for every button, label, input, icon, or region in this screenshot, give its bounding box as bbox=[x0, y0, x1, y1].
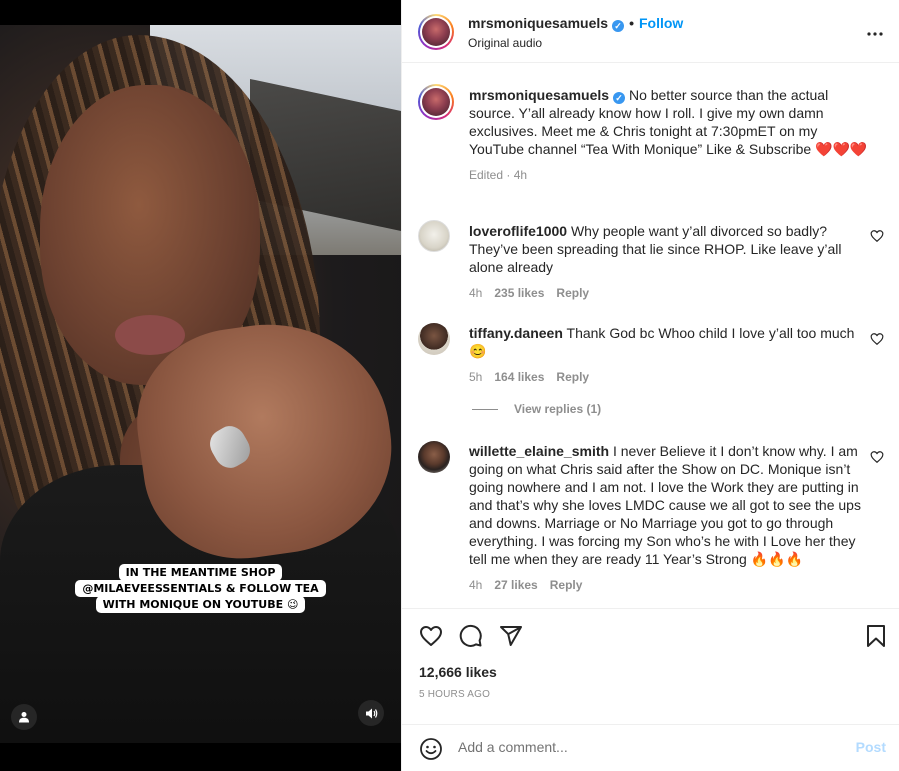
comment-item: loveroflife1000 Why people want y’all di… bbox=[418, 220, 884, 300]
comment-likes[interactable]: 235 likes bbox=[494, 286, 544, 300]
comment-time: 4h bbox=[469, 578, 483, 592]
reply-button[interactable]: Reply bbox=[556, 370, 589, 384]
view-replies-button[interactable]: View replies (1) bbox=[514, 402, 601, 416]
verified-badge-icon: ✓ bbox=[613, 92, 626, 104]
comment-item: willette_elaine_smith I never Believe it… bbox=[418, 441, 884, 608]
speaker-icon bbox=[365, 708, 377, 718]
author-username[interactable]: mrsmoniquesamuels bbox=[468, 15, 608, 31]
reply-button[interactable]: Reply bbox=[550, 578, 583, 592]
comment-username[interactable]: tiffany.daneen bbox=[469, 325, 563, 341]
commenter-avatar[interactable] bbox=[418, 323, 450, 355]
bookmark-icon[interactable] bbox=[865, 624, 887, 648]
mute-toggle-button[interactable] bbox=[358, 700, 384, 726]
comment-username[interactable]: willette_elaine_smith bbox=[469, 443, 609, 459]
heart-icon[interactable] bbox=[419, 624, 443, 648]
verified-badge-icon: ✓ bbox=[612, 20, 625, 32]
post-header: mrsmoniquesamuels ✓ • Follow Original audio bbox=[402, 0, 899, 63]
post-caption: mrsmoniquesamuels ✓ No better source than… bbox=[418, 84, 884, 199]
user-tags-button[interactable] bbox=[11, 704, 37, 730]
video-caption-sticker: IN THE MEANTIME SHOP @MILAEVEESSENTIALS … bbox=[0, 564, 401, 613]
comment-likes[interactable]: 164 likes bbox=[494, 370, 544, 384]
comment-time: 4h bbox=[469, 286, 483, 300]
caption-meta: Edited · 4h bbox=[469, 168, 528, 182]
caption-username[interactable]: mrsmoniquesamuels bbox=[469, 87, 609, 103]
post-media[interactable]: IN THE MEANTIME SHOP @MILAEVEESSENTIALS … bbox=[0, 0, 401, 771]
comment-icon[interactable] bbox=[459, 624, 483, 648]
author-avatar[interactable] bbox=[418, 84, 454, 120]
author-avatar[interactable] bbox=[418, 14, 454, 50]
caption-line: @MILAEVEESSENTIALS & FOLLOW TEA bbox=[75, 580, 326, 597]
emoji-icon[interactable] bbox=[419, 737, 443, 761]
post-details-panel: mrsmoniquesamuels ✓ • Follow Original audio… bbox=[401, 0, 899, 771]
comment-likes[interactable]: 27 likes bbox=[494, 578, 537, 592]
comment-text: I never Believe it I don’t know why. I a… bbox=[469, 443, 861, 567]
like-comment-heart-icon[interactable] bbox=[870, 332, 884, 346]
comment-input[interactable] bbox=[458, 739, 838, 755]
comment-item: tiffany.daneen Thank God bc Whoo child I… bbox=[418, 323, 884, 416]
like-comment-heart-icon[interactable] bbox=[870, 229, 884, 243]
comment-time: 5h bbox=[469, 370, 483, 384]
person-icon bbox=[19, 712, 29, 723]
post-timestamp[interactable]: 5 HOURS AGO bbox=[419, 689, 490, 700]
post-comment-button[interactable]: Post bbox=[856, 739, 886, 755]
video-player[interactable]: IN THE MEANTIME SHOP @MILAEVEESSENTIALS … bbox=[0, 25, 401, 743]
share-icon[interactable] bbox=[499, 624, 523, 648]
like-comment-heart-icon[interactable] bbox=[870, 450, 884, 464]
follow-button[interactable]: Follow bbox=[639, 15, 683, 31]
reply-button[interactable]: Reply bbox=[556, 286, 589, 300]
likes-count[interactable]: 12,666 likes bbox=[419, 664, 497, 680]
replies-divider bbox=[472, 409, 498, 410]
separator-dot: • bbox=[629, 15, 634, 31]
commenter-avatar[interactable] bbox=[418, 220, 450, 252]
audio-label[interactable]: Original audio bbox=[468, 36, 542, 50]
add-comment-bar: Post bbox=[402, 724, 899, 771]
commenter-avatar[interactable] bbox=[418, 441, 450, 473]
more-options-icon[interactable] bbox=[866, 24, 884, 38]
caption-line: WITH MONIQUE ON YOUTUBE 😉 bbox=[95, 596, 306, 613]
post-actions: 12,666 likes 5 HOURS AGO Post bbox=[402, 608, 899, 771]
caption-line: IN THE MEANTIME SHOP bbox=[118, 564, 283, 581]
comments-list[interactable]: mrsmoniquesamuels ✓ No better source than… bbox=[402, 63, 899, 608]
comment-username[interactable]: loveroflife1000 bbox=[469, 223, 567, 239]
